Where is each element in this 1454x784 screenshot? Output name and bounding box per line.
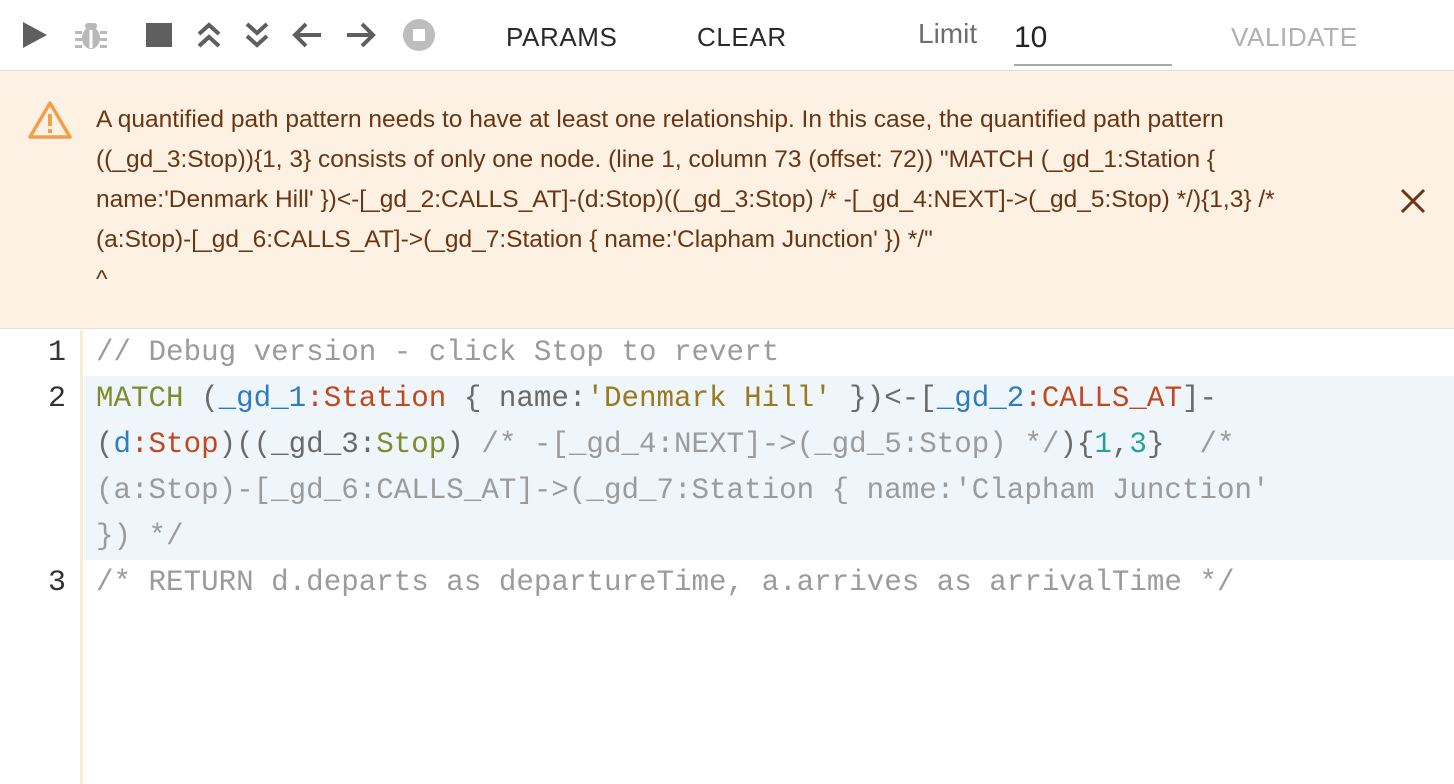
editor-toolbar: PARAMS CLEAR Limit VALIDATE	[0, 0, 1454, 71]
code-token: _gd_2	[936, 382, 1025, 415]
code-token: :	[1024, 382, 1042, 415]
code-line-3: /* RETURN d.departs as departureTime, a.…	[96, 566, 1235, 599]
step-down-icon[interactable]	[240, 18, 274, 52]
code-token: _gd_1	[218, 382, 307, 415]
code-token: (	[183, 382, 219, 415]
code-token: { name:	[446, 382, 587, 415]
code-line-2: MATCH (_gd_1:Station { name:'Denmark Hil…	[96, 382, 1217, 415]
code-line-2-wrap-3: }) */	[96, 520, 184, 553]
code-token: :	[131, 428, 149, 461]
code-token: ,	[1111, 428, 1130, 461]
debug-icon[interactable]	[74, 18, 108, 52]
step-up-icon[interactable]	[192, 18, 226, 52]
code-line-1: // Debug version - click Stop to revert	[96, 336, 780, 369]
arrow-right-icon[interactable]	[344, 18, 378, 52]
close-icon[interactable]	[1396, 184, 1430, 218]
code-token: :	[306, 382, 324, 415]
code-line-2-wrap-1: (d:Stop)((_gd_3:Stop) /* -[_gd_4:NEXT]->…	[96, 428, 1235, 461]
code-token: 'Denmark Hill'	[586, 382, 832, 415]
code-token: Stop	[376, 428, 447, 461]
limit-input[interactable]	[1014, 12, 1172, 66]
stop-icon[interactable]	[142, 18, 176, 52]
play-icon[interactable]	[18, 18, 52, 52]
code-token: /* -[_gd_4:NEXT]->(_gd_5:Stop) */	[481, 428, 1060, 461]
code-token: CALLS_AT	[1041, 382, 1182, 415]
clear-button[interactable]: CLEAR	[697, 22, 787, 53]
code-line-2-wrap-2: (a:Stop)-[_gd_6:CALLS_AT]->(_gd_7:Statio…	[96, 474, 1270, 507]
code-token: (	[96, 428, 114, 461]
code-token: MATCH	[96, 382, 184, 415]
error-message: A quantified path pattern needs to have …	[96, 106, 1275, 293]
code-token: 3	[1129, 428, 1147, 461]
code-token: )((_gd_3:	[218, 428, 377, 461]
stop-circle-icon[interactable]	[402, 18, 436, 52]
code-token: 1	[1094, 428, 1112, 461]
params-button[interactable]: PARAMS	[506, 22, 617, 53]
code-token: ]-	[1181, 382, 1217, 415]
validate-button[interactable]: VALIDATE	[1231, 22, 1358, 53]
code-token: }	[1146, 428, 1200, 461]
code-token: )	[446, 428, 482, 461]
line-number: 3	[47, 566, 66, 600]
code-token: d	[113, 428, 132, 461]
limit-label: Limit	[918, 18, 978, 49]
code-token: /*	[1199, 428, 1235, 461]
gutter-divider	[80, 330, 83, 784]
warning-icon	[28, 101, 72, 139]
code-token: })<-[	[831, 382, 937, 415]
code-token: Station	[323, 382, 447, 415]
line-number: 1	[47, 336, 66, 370]
line-number: 2	[47, 382, 66, 416]
arrow-left-icon[interactable]	[290, 18, 324, 52]
code-token: Stop	[148, 428, 219, 461]
code-token: ){	[1059, 428, 1095, 461]
